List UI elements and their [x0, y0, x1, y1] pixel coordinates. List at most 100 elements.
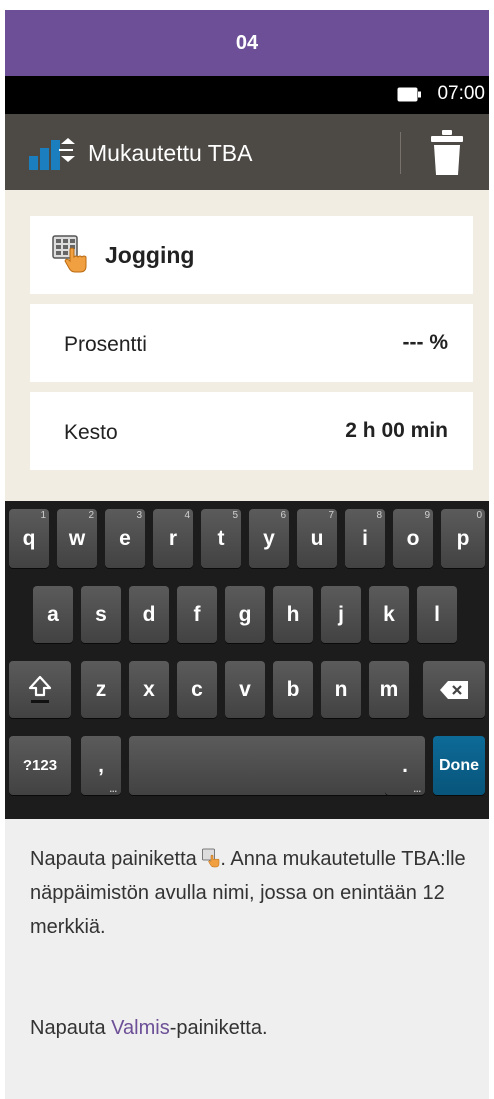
key-y[interactable]: y6	[249, 509, 289, 568]
key-a[interactable]: a	[33, 586, 73, 643]
symbols-key[interactable]: ?123	[9, 736, 71, 795]
key-j[interactable]: j	[321, 586, 361, 643]
key-o[interactable]: o9	[393, 509, 433, 568]
key-q[interactable]: q1	[9, 509, 49, 568]
comma-key[interactable]: ,...	[81, 736, 121, 795]
key-label: g	[238, 602, 252, 626]
key-number-hint: 0	[476, 510, 482, 521]
key-f[interactable]: f	[177, 586, 217, 643]
done-key[interactable]: Done	[433, 736, 485, 795]
instruction-paragraph-2: Napauta Valmis-painiketta.	[30, 1011, 470, 1045]
key-number-hint: 8	[376, 510, 382, 521]
key-label: r	[168, 526, 178, 550]
instructions-panel: Napauta painiketta . Anna mukautetulle T…	[5, 819, 489, 1099]
name-field[interactable]: Jogging	[30, 216, 473, 294]
percent-value: --- %	[402, 331, 449, 354]
battery-icon	[397, 87, 421, 102]
key-dots: ...	[413, 784, 421, 794]
shift-icon	[28, 675, 52, 703]
space-key[interactable]	[129, 736, 409, 795]
key-t[interactable]: t5	[201, 509, 241, 568]
key-label: f	[193, 602, 201, 626]
key-m[interactable]: m	[369, 661, 409, 718]
key-label: t	[217, 526, 225, 550]
duration-row[interactable]: Kesto 2 h 00 min	[30, 392, 473, 470]
key-label: Done	[439, 756, 479, 774]
done-link[interactable]: Valmis	[111, 1017, 170, 1039]
key-label: .	[402, 753, 408, 777]
instruction-text: Napauta painiketta	[30, 848, 203, 870]
key-label: s	[95, 602, 107, 626]
key-h[interactable]: h	[273, 586, 313, 643]
keypad-icon	[202, 848, 220, 868]
key-dots: ...	[109, 784, 117, 794]
key-label: q	[22, 526, 36, 550]
key-s[interactable]: s	[81, 586, 121, 643]
key-label: o	[406, 526, 420, 550]
trash-icon[interactable]	[430, 130, 464, 176]
key-number-hint: 2	[88, 510, 94, 521]
shift-key[interactable]	[9, 661, 71, 718]
key-label: p	[456, 526, 470, 550]
key-label: w	[68, 526, 86, 550]
key-number-hint: 7	[328, 510, 334, 521]
key-c[interactable]: c	[177, 661, 217, 718]
instruction-paragraph-1: Napauta painiketta . Anna mukautetulle T…	[30, 842, 470, 944]
key-p[interactable]: p0	[441, 509, 485, 568]
key-number-hint: 4	[184, 510, 190, 521]
key-z[interactable]: z	[81, 661, 121, 718]
key-label: d	[142, 602, 156, 626]
key-label: y	[263, 526, 275, 550]
key-label: z	[95, 677, 107, 701]
keypad-icon	[52, 235, 87, 273]
key-label: h	[286, 602, 300, 626]
activity-name: Jogging	[105, 242, 195, 268]
key-label: l	[434, 602, 440, 626]
key-number-hint: 3	[136, 510, 142, 521]
key-e[interactable]: e3	[105, 509, 145, 568]
key-k[interactable]: k	[369, 586, 409, 643]
key-u[interactable]: u7	[297, 509, 337, 568]
title-divider	[400, 132, 401, 174]
key-label: c	[191, 677, 203, 701]
key-n[interactable]: n	[321, 661, 361, 718]
device-screen: 07:00 Mukautettu TBA Jogging Prosentti -…	[5, 76, 489, 819]
backspace-key[interactable]	[423, 661, 485, 718]
key-d[interactable]: d	[129, 586, 169, 643]
key-w[interactable]: w2	[57, 509, 97, 568]
key-label: ,	[98, 753, 104, 777]
period-key[interactable]: ....	[385, 736, 425, 795]
key-label: m	[379, 677, 399, 701]
key-g[interactable]: g	[225, 586, 265, 643]
key-label: v	[239, 677, 251, 701]
key-label: j	[338, 602, 344, 626]
key-b[interactable]: b	[273, 661, 313, 718]
key-label: a	[47, 602, 59, 626]
onscreen-keyboard: q1 w2 e3 r4 t5 y6 u7 i8 o9 p0 a s d f g …	[5, 501, 489, 819]
key-v[interactable]: v	[225, 661, 265, 718]
key-label: n	[334, 677, 348, 701]
status-time: 07:00	[437, 83, 485, 104]
key-label: x	[143, 677, 155, 701]
instruction-text: -painiketta.	[169, 1017, 268, 1039]
title-bar: Mukautettu TBA	[5, 114, 489, 190]
percent-row[interactable]: Prosentti --- %	[30, 304, 473, 382]
key-label: k	[383, 602, 395, 626]
key-label: e	[119, 526, 131, 550]
duration-value: 2 h 00 min	[345, 419, 448, 442]
key-label: ?123	[22, 757, 58, 774]
key-label: i	[362, 526, 368, 550]
key-label: b	[286, 677, 300, 701]
percent-label: Prosentti	[64, 333, 147, 356]
key-r[interactable]: r4	[153, 509, 193, 568]
backspace-icon	[440, 680, 468, 699]
step-number: 04	[235, 31, 259, 54]
key-number-hint: 6	[280, 510, 286, 521]
key-x[interactable]: x	[129, 661, 169, 718]
status-bar: 07:00	[5, 76, 489, 114]
key-l[interactable]: l	[417, 586, 457, 643]
instruction-text: Napauta	[30, 1017, 112, 1039]
key-i[interactable]: i8	[345, 509, 385, 568]
custom-tba-icon	[29, 138, 75, 170]
page-title: Mukautettu TBA	[88, 140, 253, 166]
